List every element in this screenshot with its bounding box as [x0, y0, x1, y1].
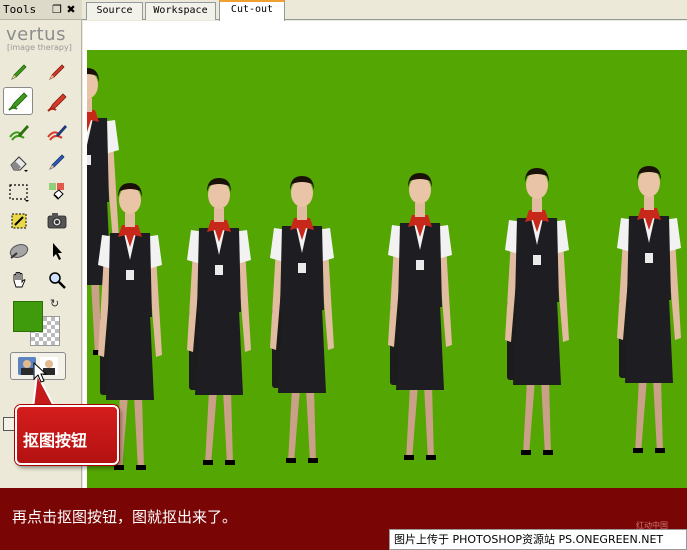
smudge-icon[interactable]	[4, 237, 34, 265]
green-hair-brush-icon[interactable]	[4, 118, 34, 146]
callout-label: 抠图按钮	[23, 431, 88, 450]
source-credit: 图片上传于 PHOTOSHOP资源站 PS.ONEGREEN.NET	[389, 529, 687, 550]
red-pencil-icon[interactable]	[42, 58, 72, 86]
vertus-logo-tagline: [image therapy]	[7, 43, 72, 52]
green-marker-icon[interactable]	[3, 87, 33, 115]
caption-text: 再点击抠图按钮，图就抠出来了。	[12, 508, 238, 526]
fill-bucket-icon[interactable]	[42, 178, 72, 206]
vertus-logo: vertus	[6, 24, 66, 45]
small-panel-icon[interactable]	[3, 417, 15, 431]
tools-panel-header: Tools ❐ ✖	[0, 0, 82, 20]
flight-attendants-image	[87, 68, 683, 472]
red-marker-icon[interactable]	[42, 88, 72, 116]
dock-icon[interactable]: ❐	[51, 3, 63, 16]
blue-pen-icon[interactable]	[42, 148, 72, 176]
foreground-color-swatch[interactable]	[13, 301, 43, 332]
camera-icon[interactable]	[42, 207, 72, 235]
magic-wand-icon[interactable]	[4, 207, 34, 235]
swap-colors-icon[interactable]: ↻	[50, 297, 59, 310]
red-hair-brush-icon[interactable]	[42, 118, 72, 146]
zoom-magnifier-icon[interactable]	[42, 266, 72, 294]
eraser-icon[interactable]	[4, 148, 34, 176]
selection-rectangle-icon[interactable]	[4, 178, 34, 206]
tab-cut-out[interactable]: Cut-out	[219, 0, 285, 21]
tab-workspace[interactable]: Workspace	[145, 2, 216, 20]
hand-pan-icon[interactable]	[4, 266, 34, 294]
tools-panel-title: Tools	[3, 3, 37, 16]
watermark-text: 红动中国	[636, 521, 668, 530]
arrow-pointer-icon[interactable]	[42, 237, 72, 265]
tab-source[interactable]: Source	[86, 2, 143, 20]
green-pencil-icon[interactable]	[4, 58, 34, 86]
close-icon[interactable]: ✖	[65, 3, 77, 16]
cutout-button-callout: 抠图按钮	[15, 405, 119, 465]
tab-bar: Source Workspace Cut-out	[82, 0, 687, 21]
mouse-cursor-icon	[33, 362, 47, 383]
app-window: Tools ❐ ✖ vertus [image therapy] ↻ Sourc…	[0, 0, 687, 550]
